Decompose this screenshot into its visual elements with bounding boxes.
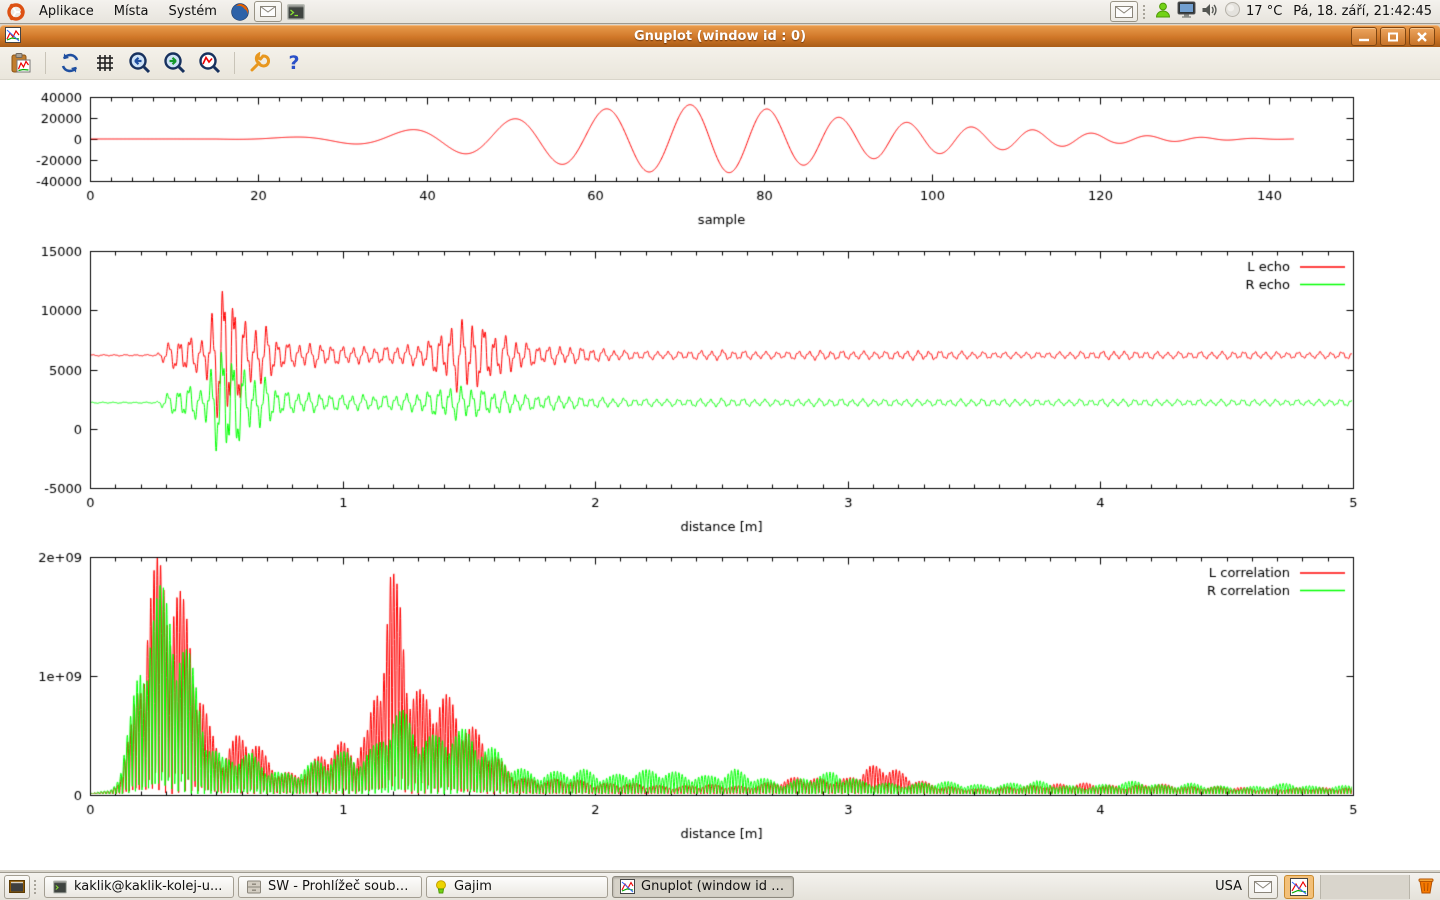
menu-aplikace[interactable]: Aplikace: [30, 2, 103, 21]
temperature-label[interactable]: 17 °C: [1246, 4, 1282, 19]
gnuplot-toolbar: ?: [0, 47, 1440, 80]
menu-system[interactable]: Systém: [159, 2, 225, 21]
trash-applet-icon[interactable]: [1416, 875, 1436, 899]
tray-grip[interactable]: [1143, 5, 1149, 19]
user-switcher-icon[interactable]: [1154, 1, 1172, 23]
ubuntu-logo-icon[interactable]: [4, 1, 28, 23]
zoom-next-button[interactable]: [162, 50, 188, 76]
desktop: Aplikace Místa Systém: [0, 0, 1440, 900]
zoom-previous-button[interactable]: [127, 50, 153, 76]
display-icon[interactable]: [1177, 1, 1196, 22]
tray-mail-icon[interactable]: [1248, 875, 1278, 899]
task-file-manager[interactable]: SW - Prohlížeč souborů: [238, 876, 422, 898]
help-button[interactable]: ?: [281, 50, 307, 76]
maximize-button[interactable]: [1380, 27, 1406, 46]
autoscale-button[interactable]: [197, 50, 223, 76]
gnuplot-window: Gnuplot (window id : 0): [0, 25, 1440, 870]
taskbar-grip[interactable]: [34, 880, 40, 894]
tray-gnuplot-icon[interactable]: [1284, 875, 1314, 899]
copy-to-clipboard-button[interactable]: [8, 50, 34, 76]
task-terminal[interactable]: kaklik@kaklik-kolej-u...: [44, 876, 234, 898]
taskbar-right: USA: [1215, 875, 1436, 899]
show-desktop-button[interactable]: [4, 875, 30, 899]
titlebar[interactable]: Gnuplot (window id : 0): [0, 25, 1440, 47]
gnuplot-canvas[interactable]: [0, 80, 1440, 870]
gnuplot-window-icon: [5, 27, 21, 47]
volume-icon[interactable]: [1201, 2, 1219, 22]
clock-label[interactable]: Pá, 18. září, 21:42:45: [1287, 4, 1432, 19]
gnome-taskbar: kaklik@kaklik-kolej-u... SW - Prohlížeč …: [0, 872, 1440, 900]
email-launcher-icon[interactable]: [254, 1, 282, 22]
keyboard-layout-indicator[interactable]: USA: [1215, 879, 1242, 894]
replot-button[interactable]: [57, 50, 83, 76]
gnome-top-panel: Aplikace Místa Systém: [0, 0, 1440, 24]
weather-icon[interactable]: [1224, 1, 1241, 22]
help-icon: ?: [288, 54, 299, 73]
plot-client-area: [0, 80, 1440, 870]
menu-mista[interactable]: Místa: [105, 2, 158, 21]
toolbar-separator: [45, 52, 46, 74]
close-button[interactable]: [1409, 27, 1435, 46]
toolbar-separator: [234, 52, 235, 74]
tray-empty-area: [1320, 875, 1410, 899]
terminal-launcher-icon[interactable]: [284, 1, 308, 23]
configure-button[interactable]: [246, 50, 272, 76]
minimize-button[interactable]: [1351, 27, 1377, 46]
panel-left: Aplikace Místa Systém: [0, 1, 308, 23]
mail-notification-icon[interactable]: [1110, 1, 1138, 22]
task-gajim[interactable]: Gajim: [426, 876, 608, 898]
task-gnuplot[interactable]: Gnuplot (window id : 0): [612, 876, 794, 898]
window-controls: [1351, 27, 1440, 46]
panel-tray: 17 °C Pá, 18. září, 21:42:45: [1110, 1, 1440, 23]
window-title: Gnuplot (window id : 0): [0, 29, 1440, 44]
firefox-launcher-icon[interactable]: [228, 1, 252, 23]
toggle-grid-button[interactable]: [92, 50, 118, 76]
